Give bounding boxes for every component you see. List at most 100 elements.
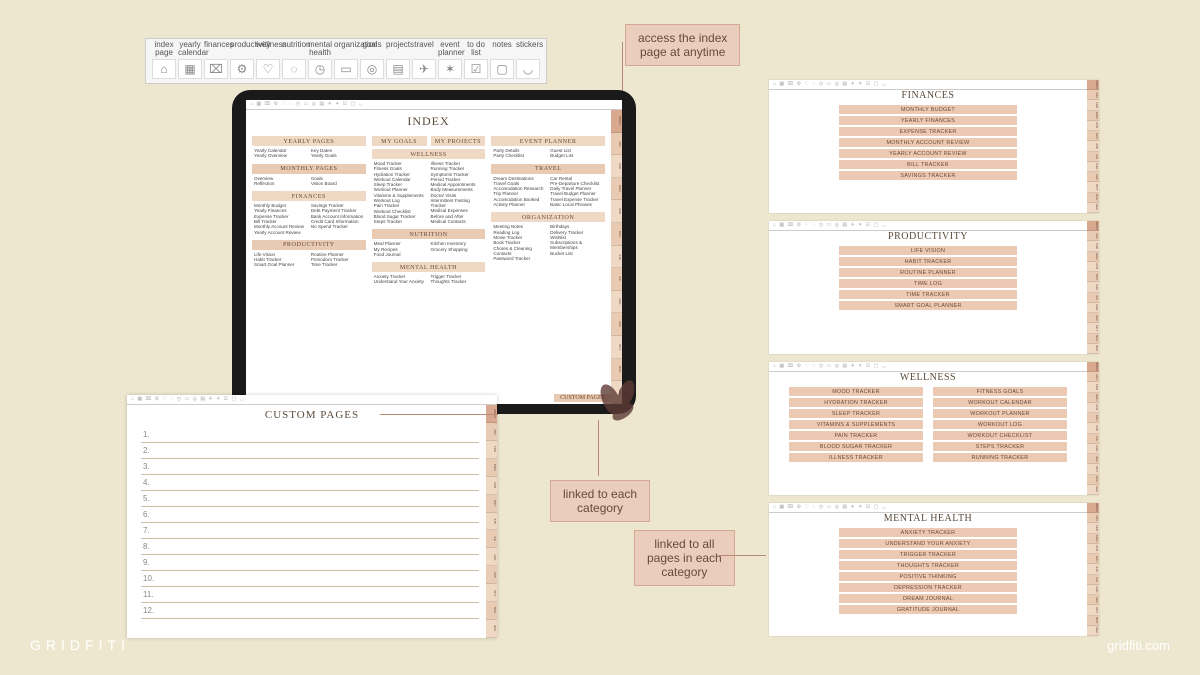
month-tab[interactable]: INDEX bbox=[1087, 221, 1099, 231]
month-tab[interactable]: APR bbox=[1087, 262, 1099, 272]
page-link[interactable]: WORKOUT LOG bbox=[933, 420, 1067, 429]
index-link[interactable]: Anxiety Tracker bbox=[374, 274, 427, 279]
index-link[interactable]: Travel Budget Planner bbox=[550, 191, 603, 196]
month-tab[interactable]: OCT bbox=[1087, 182, 1099, 192]
finance-icon[interactable]: ⌧ bbox=[204, 59, 228, 79]
page-link[interactable]: VITAMINS & SUPPLEMENTS bbox=[789, 420, 923, 429]
index-link[interactable]: Travel Expense Tracker bbox=[550, 197, 603, 202]
index-link[interactable]: Vitamins & Supplements bbox=[374, 193, 427, 198]
index-link[interactable]: Bill Tracker bbox=[254, 219, 307, 224]
month-tab[interactable]: DEC bbox=[1087, 485, 1099, 495]
index-link[interactable]: Car Rental bbox=[550, 176, 603, 181]
page-link[interactable]: HYDRATION TRACKER bbox=[789, 398, 923, 407]
month-tab[interactable]: MAR bbox=[1087, 393, 1099, 403]
index-link[interactable]: Understand Your Anxiety bbox=[374, 279, 427, 284]
index-link[interactable]: Meeting Notes bbox=[493, 224, 546, 229]
index-link[interactable]: Activity Planner bbox=[493, 202, 546, 207]
section-header[interactable]: MENTAL HEALTH bbox=[372, 262, 486, 272]
page-link[interactable]: YEARLY FINANCES bbox=[839, 116, 1017, 125]
index-link[interactable]: Pomodoro Tracker bbox=[311, 257, 364, 262]
index-link[interactable]: Party Details bbox=[493, 148, 546, 153]
custom-page-line[interactable]: 1. bbox=[141, 427, 479, 443]
index-link[interactable]: Medical Contacts bbox=[431, 219, 484, 224]
page-link[interactable]: PAIN TRACKER bbox=[789, 431, 923, 440]
month-tab[interactable]: INDEX bbox=[1087, 362, 1099, 372]
gear-icon[interactable]: ⚙ bbox=[230, 59, 254, 79]
month-tab[interactable]: MAR bbox=[1087, 534, 1099, 544]
section-header[interactable]: YEARLY PAGES bbox=[252, 136, 366, 146]
page-link[interactable]: EXPENSE TRACKER bbox=[839, 127, 1017, 136]
custom-page-line[interactable]: 8. bbox=[141, 539, 479, 555]
month-tab[interactable]: JUN bbox=[1087, 423, 1099, 433]
target-icon[interactable]: ◎ bbox=[360, 59, 384, 79]
month-tab[interactable]: DEC bbox=[1087, 344, 1099, 354]
index-link[interactable]: Workout Calendar bbox=[374, 177, 427, 182]
index-link[interactable]: Reading Log bbox=[493, 230, 546, 235]
index-link[interactable]: Birthdays bbox=[550, 224, 603, 229]
month-tab[interactable]: AUG bbox=[1087, 162, 1099, 172]
custom-page-line[interactable]: 9. bbox=[141, 555, 479, 571]
section-header[interactable]: ORGANIZATION bbox=[491, 212, 605, 222]
month-tab[interactable]: INDEX bbox=[1087, 503, 1099, 513]
card-side-tabs[interactable]: INDEXJANFEBMARAPRMAYJUNJULAUGSEPOCTNOVDE… bbox=[1087, 80, 1099, 213]
plane-icon[interactable]: ✈ bbox=[412, 59, 436, 79]
index-link[interactable]: Bucket List bbox=[550, 251, 603, 256]
index-link[interactable]: Delivery Tracker bbox=[550, 230, 603, 235]
index-link[interactable]: Blood Sugar Tracker bbox=[374, 214, 427, 219]
month-tab[interactable]: NOV bbox=[486, 602, 497, 620]
index-link[interactable]: Savings Tracker bbox=[311, 203, 364, 208]
index-link[interactable]: Debt Payment Tracker bbox=[311, 208, 364, 213]
index-link[interactable]: Book Tracker bbox=[493, 240, 546, 245]
index-link[interactable]: Doctor Visits bbox=[431, 193, 484, 198]
index-link[interactable]: Medical Appointments bbox=[431, 182, 484, 187]
month-tab[interactable]: AUG bbox=[1087, 303, 1099, 313]
month-tab[interactable]: MAY bbox=[1087, 131, 1099, 141]
month-tab[interactable]: JUL bbox=[1087, 434, 1099, 444]
month-tab[interactable]: OCT bbox=[1087, 323, 1099, 333]
index-link[interactable]: Mood Tracker bbox=[374, 161, 427, 166]
month-tab[interactable]: FEB bbox=[1087, 523, 1099, 533]
index-link[interactable]: Yearly Overview bbox=[254, 153, 307, 158]
month-tab[interactable]: JUN bbox=[1087, 141, 1099, 151]
month-tab[interactable]: FEB bbox=[1087, 100, 1099, 110]
month-tab[interactable]: SEP bbox=[1087, 313, 1099, 323]
month-tab[interactable]: NOV bbox=[1087, 193, 1099, 203]
index-link[interactable]: Guest List bbox=[550, 148, 603, 153]
index-link[interactable]: Meal Planner bbox=[374, 241, 427, 246]
index-link[interactable]: Vision Board bbox=[311, 181, 364, 186]
month-tab[interactable]: OCT bbox=[611, 336, 622, 359]
index-link[interactable]: Key Dates bbox=[311, 148, 364, 153]
index-link[interactable]: Accomodation Research bbox=[493, 186, 546, 191]
index-link[interactable]: Routine Planner bbox=[311, 252, 364, 257]
clipboard-icon[interactable]: ▤ bbox=[386, 59, 410, 79]
index-link[interactable]: Symptoms Tracker bbox=[431, 172, 484, 177]
month-tab[interactable]: SEP bbox=[611, 313, 622, 336]
month-tab[interactable]: SEP bbox=[1087, 595, 1099, 605]
section-header[interactable]: MONTHLY PAGES bbox=[252, 164, 366, 174]
month-tab[interactable]: MAR bbox=[1087, 252, 1099, 262]
month-tab[interactable]: OCT bbox=[486, 584, 497, 602]
index-link[interactable]: Expense Tracker bbox=[254, 214, 307, 219]
month-tab[interactable]: APR bbox=[611, 200, 622, 223]
month-tab[interactable]: JAN bbox=[1087, 513, 1099, 523]
index-link[interactable]: Party Checklist bbox=[493, 153, 546, 158]
month-tab[interactable]: APR bbox=[1087, 544, 1099, 554]
folder-icon[interactable]: ▭ bbox=[334, 59, 358, 79]
page-link[interactable]: SLEEP TRACKER bbox=[789, 409, 923, 418]
page-link[interactable]: RUNNING TRACKER bbox=[933, 453, 1067, 462]
page-link[interactable]: FITNESS GOALS bbox=[933, 387, 1067, 396]
page-link[interactable]: DEPRESSION TRACKER bbox=[839, 583, 1017, 592]
home-icon[interactable]: ⌂ bbox=[152, 59, 176, 79]
custom-page-line[interactable]: 12. bbox=[141, 603, 479, 619]
page-link[interactable]: YEARLY ACCOUNT REVIEW bbox=[839, 149, 1017, 158]
month-tab[interactable]: DEC bbox=[1087, 203, 1099, 213]
month-tab[interactable]: OCT bbox=[1087, 605, 1099, 615]
month-tab[interactable]: AUG bbox=[611, 291, 622, 314]
index-link[interactable]: No Spend Tracker bbox=[311, 224, 364, 229]
apple-icon[interactable]: ◌ bbox=[282, 59, 306, 79]
index-link[interactable]: Accomodation Booked bbox=[493, 197, 546, 202]
page-link[interactable]: MONTHLY BUDGET bbox=[839, 105, 1017, 114]
custom-page-line[interactable]: 3. bbox=[141, 459, 479, 475]
index-link[interactable]: Smart Goal Planner bbox=[254, 262, 307, 267]
index-link[interactable]: Budget List bbox=[550, 153, 603, 158]
